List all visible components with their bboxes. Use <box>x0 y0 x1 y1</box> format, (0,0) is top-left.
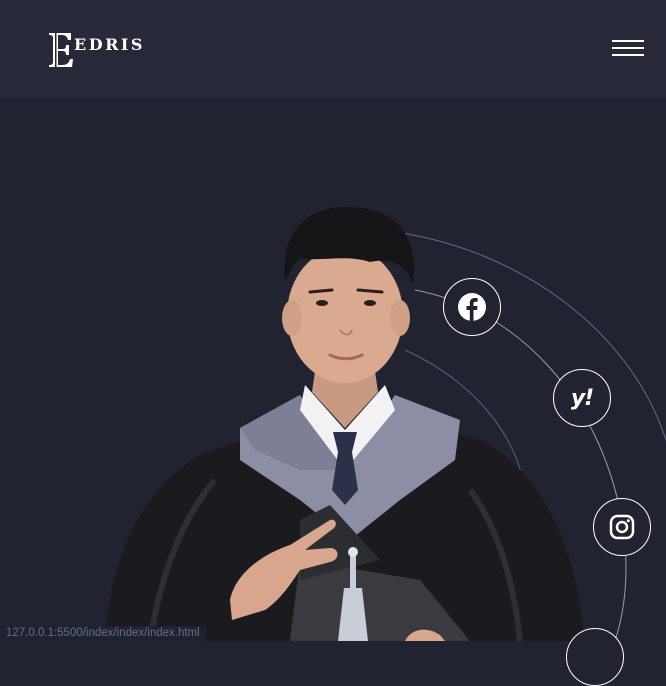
yahoo-icon: y! <box>570 385 594 411</box>
instagram-button[interactable] <box>593 498 651 556</box>
graduate-portrait-image <box>105 206 585 641</box>
facebook-icon <box>458 293 486 321</box>
yahoo-button[interactable]: y! <box>553 369 611 427</box>
social-button-partial[interactable] <box>566 628 624 686</box>
browser-status-url: 127.0.0.1:5500/index/index/index.html <box>0 626 206 641</box>
facebook-button[interactable] <box>443 278 501 336</box>
instagram-icon <box>609 514 635 540</box>
